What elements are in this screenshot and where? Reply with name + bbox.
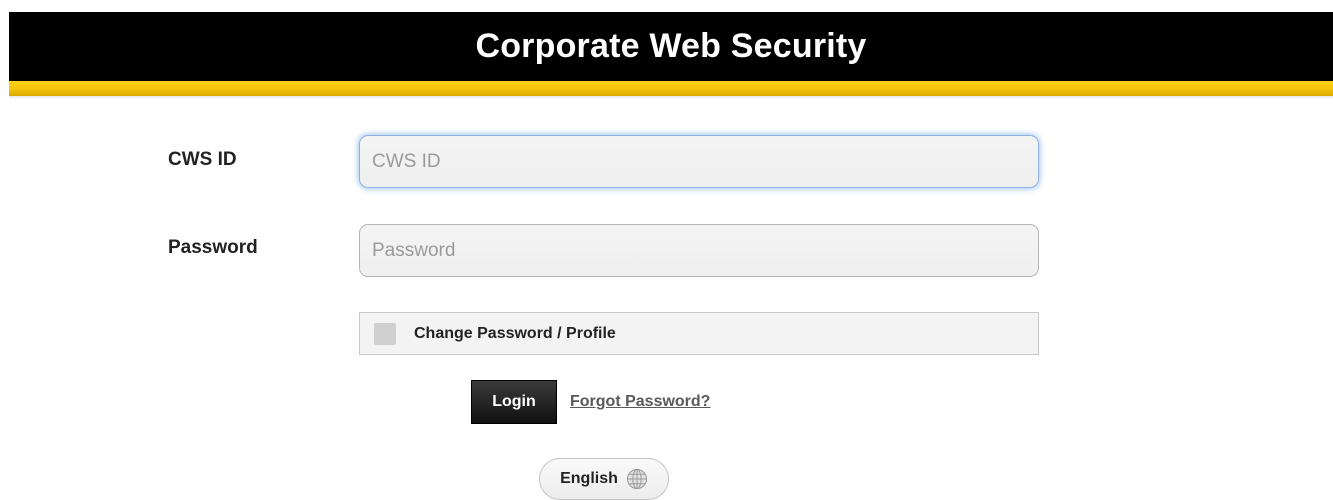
password-input[interactable] — [359, 224, 1039, 277]
language-label: English — [560, 470, 618, 487]
language-selector-button[interactable]: English — [539, 458, 669, 500]
header-stripe-shadow — [9, 96, 1333, 99]
change-password-checkbox[interactable] — [374, 322, 396, 345]
password-label: Password — [168, 237, 258, 258]
header-banner: Corporate Web Security — [9, 12, 1333, 81]
forgot-password-link[interactable]: Forgot Password? — [570, 393, 710, 411]
login-button[interactable]: Login — [471, 380, 557, 424]
header-accent-stripe — [9, 81, 1333, 96]
change-password-option[interactable]: Change Password / Profile — [359, 312, 1039, 355]
page-title: Corporate Web Security — [475, 27, 867, 65]
login-page: Corporate Web Security CWS ID Password C… — [0, 0, 1333, 500]
cws-id-label: CWS ID — [168, 149, 237, 170]
change-password-label: Change Password / Profile — [414, 324, 616, 342]
globe-icon — [626, 469, 647, 489]
cws-id-input[interactable] — [359, 135, 1039, 188]
